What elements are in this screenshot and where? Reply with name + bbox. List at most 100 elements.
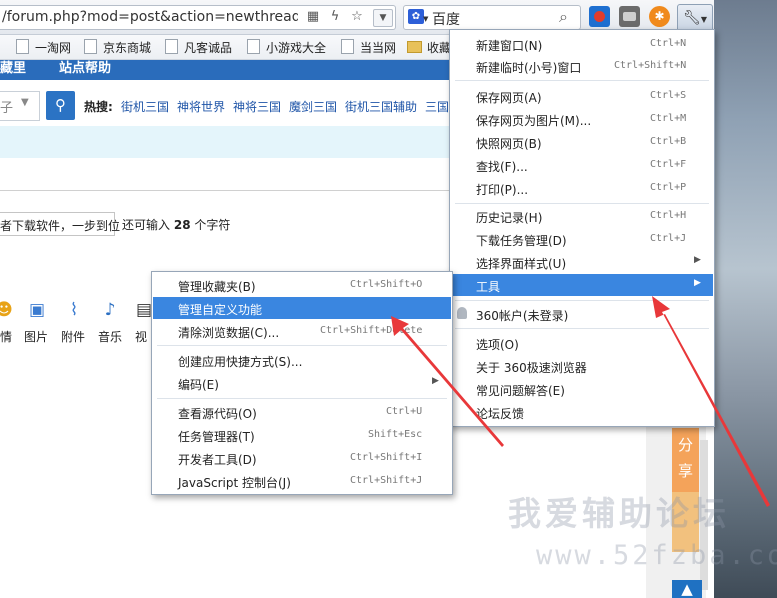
menu-shortcut: Ctrl+B (650, 136, 687, 147)
menu-shortcut: Ctrl+Shift+J (350, 475, 423, 486)
menu-label: 选择界面样式(U) (476, 257, 567, 271)
menu-item-clear-data[interactable]: 清除浏览数据(C)... Ctrl+Shift+Delete (153, 320, 451, 342)
wrench-icon: 🔧︎ (683, 10, 701, 26)
menu-item-forum-feedback[interactable]: 论坛反馈 (451, 401, 713, 423)
back-to-top-button[interactable]: ▲ (672, 580, 702, 598)
menu-item-manage-bookmarks[interactable]: 管理收藏夹(B) Ctrl+Shift+O (153, 274, 451, 296)
menu-shortcut: Ctrl+P (650, 182, 687, 193)
menu-item-view-source[interactable]: 查看源代码(O) Ctrl+U (153, 401, 451, 423)
search-type-select[interactable]: 子 ▼ (0, 91, 40, 121)
search-box[interactable]: ✿ ▼ 百度 ⌕ (403, 5, 581, 30)
bookmark-item[interactable]: 凡客诚品 (165, 39, 232, 56)
menu-item-account[interactable]: 360帐户(未登录) (451, 303, 713, 325)
hot-search-link[interactable]: 神将世界 (177, 98, 225, 115)
star-icon[interactable]: ☆ (348, 9, 366, 25)
thread-title-input[interactable]: 者下载软件，一步到位 (0, 212, 120, 236)
hot-search-link[interactable]: 街机三国 (121, 98, 169, 115)
paperclip-icon[interactable]: ⌇ (64, 300, 84, 320)
menu-item-history[interactable]: 历史记录(H) Ctrl+H (451, 205, 713, 227)
menu-item-create-shortcut[interactable]: 创建应用快捷方式(S)... (153, 349, 451, 371)
nav-link-help[interactable]: 站点帮助 (59, 60, 111, 78)
folder-icon (407, 41, 422, 53)
remain-count: 28 (173, 218, 191, 232)
bookmark-label: 凡客诚品 (184, 41, 233, 55)
site-search-button[interactable]: ⚲ (46, 91, 75, 120)
menu-label: 360帐户(未登录) (476, 309, 569, 323)
menu-item-task-manager[interactable]: 任务管理器(T) Shift+Esc (153, 424, 451, 446)
menu-label: 清除浏览数据(C)... (178, 326, 280, 340)
bookmark-label: 一淘网 (35, 41, 72, 55)
editor-tool-label: 情 (0, 330, 13, 344)
menu-item-downloads[interactable]: 下载任务管理(D) Ctrl+J (451, 228, 713, 250)
menu-label: 下载任务管理(D) (476, 234, 567, 248)
nav-link[interactable]: 藏里 (0, 60, 26, 78)
smiley-icon[interactable]: ☻ (0, 300, 14, 320)
qr-code-icon[interactable]: ▦ (304, 9, 322, 25)
menu-label: 关于 360极速浏览器 (476, 361, 587, 375)
hot-search-link[interactable]: 神将三国 (233, 98, 281, 115)
menu-item-about[interactable]: 关于 360极速浏览器 (451, 355, 713, 377)
image-icon[interactable]: ▣ (27, 300, 47, 320)
divider (0, 190, 455, 191)
chevron-down-icon: ▼ (700, 15, 707, 24)
page-icon (16, 39, 29, 54)
menu-label: 管理自定义功能 (178, 303, 263, 317)
menu-item-save-page[interactable]: 保存网页(A) Ctrl+S (451, 85, 713, 107)
lightning-icon[interactable]: ϟ (326, 9, 344, 25)
video-extension-icon[interactable] (589, 6, 610, 27)
lock-user-icon (457, 307, 467, 319)
menu-label: 常见问题解答(E) (476, 384, 565, 398)
menu-item-tools[interactable]: 工具 ▶ (451, 274, 713, 296)
bookmark-item[interactable]: 小游戏大全 (247, 39, 326, 56)
main-menu: 新建窗口(N) Ctrl+N 新建临时(小号)窗口 Ctrl+Shift+N 保存网… (449, 29, 715, 427)
menu-label: 任务管理器(T) (178, 430, 255, 444)
menu-item-snapshot[interactable]: 快照网页(B) Ctrl+B (451, 131, 713, 153)
wrench-menu-button[interactable]: 🔧︎▼ (677, 4, 713, 32)
search-icon[interactable]: ⌕ (559, 7, 568, 27)
menu-separator (455, 300, 709, 301)
watermark-url: www.52fzba.com (536, 540, 777, 571)
bookmark-label: 收藏 (427, 41, 452, 55)
tools-extension-icon[interactable] (619, 6, 640, 27)
menu-label: 保存网页(A) (476, 91, 542, 105)
hot-search-link[interactable]: 三国 (425, 98, 449, 115)
menu-label: 查找(F)... (476, 160, 528, 174)
editor-toolbar: ☻ 情 ▣ 图片 ⌇ 附件 ♪ 音乐 ▤ 视 (0, 296, 160, 346)
search-engine-name: 百度 (432, 12, 460, 28)
menu-item-js-console[interactable]: JavaScript 控制台(J) Ctrl+Shift+J (153, 470, 451, 492)
menu-shortcut: Shift+Esc (368, 429, 423, 440)
info-band (0, 126, 455, 158)
search-icon: ⚲ (55, 96, 66, 114)
menu-item-faq[interactable]: 常见问题解答(E) (451, 378, 713, 400)
menu-item-options[interactable]: 选项(O) (451, 332, 713, 354)
hot-search-link[interactable]: 魔剑三国 (289, 98, 337, 115)
menu-item-encoding[interactable]: 编码(E) ▶ (153, 372, 451, 394)
menu-label: 新建临时(小号)窗口 (476, 61, 582, 75)
chevron-right-icon: ▶ (432, 376, 439, 386)
menu-label: 选项(O) (476, 338, 519, 352)
bookmark-item[interactable]: 一淘网 (16, 39, 71, 56)
hot-search-link[interactable]: 街机三国辅助 (345, 98, 417, 115)
address-bar[interactable]: /forum.php?mod=post&action=newthread&fi … (0, 5, 396, 30)
menu-item-print[interactable]: 打印(P)... Ctrl+P (451, 177, 713, 199)
bookmark-item[interactable]: 当当网 (341, 39, 396, 56)
music-note-icon[interactable]: ♪ (100, 300, 120, 320)
menu-item-dev-tools[interactable]: 开发者工具(D) Ctrl+Shift+I (153, 447, 451, 469)
orange-extension-icon[interactable]: ✱ (649, 6, 670, 27)
menu-item-theme[interactable]: 选择界面样式(U) ▶ (451, 251, 713, 273)
address-text: /forum.php?mod=post&action=newthread&fi (2, 9, 298, 25)
engine-dropdown-icon[interactable]: ▼ (423, 15, 428, 23)
dropdown-arrow-icon[interactable]: ▼ (373, 9, 393, 27)
share-button[interactable]: 分享 (672, 428, 699, 492)
baidu-paw-icon[interactable]: ✿ (408, 9, 424, 24)
chevron-right-icon: ▶ (694, 278, 701, 288)
bookmark-folder[interactable]: 收藏 (407, 39, 451, 56)
menu-item-manage-custom[interactable]: 管理自定义功能 (153, 297, 451, 319)
menu-item-new-window[interactable]: 新建窗口(N) Ctrl+N (451, 33, 713, 55)
bookmark-item[interactable]: 京东商城 (84, 39, 151, 56)
menu-item-new-incognito[interactable]: 新建临时(小号)窗口 Ctrl+Shift+N (451, 55, 713, 77)
menu-item-save-as-image[interactable]: 保存网页为图片(M)... Ctrl+M (451, 108, 713, 130)
menu-shortcut: Ctrl+H (650, 210, 687, 221)
menu-item-find[interactable]: 查找(F)... Ctrl+F (451, 154, 713, 176)
page-icon (165, 39, 178, 54)
